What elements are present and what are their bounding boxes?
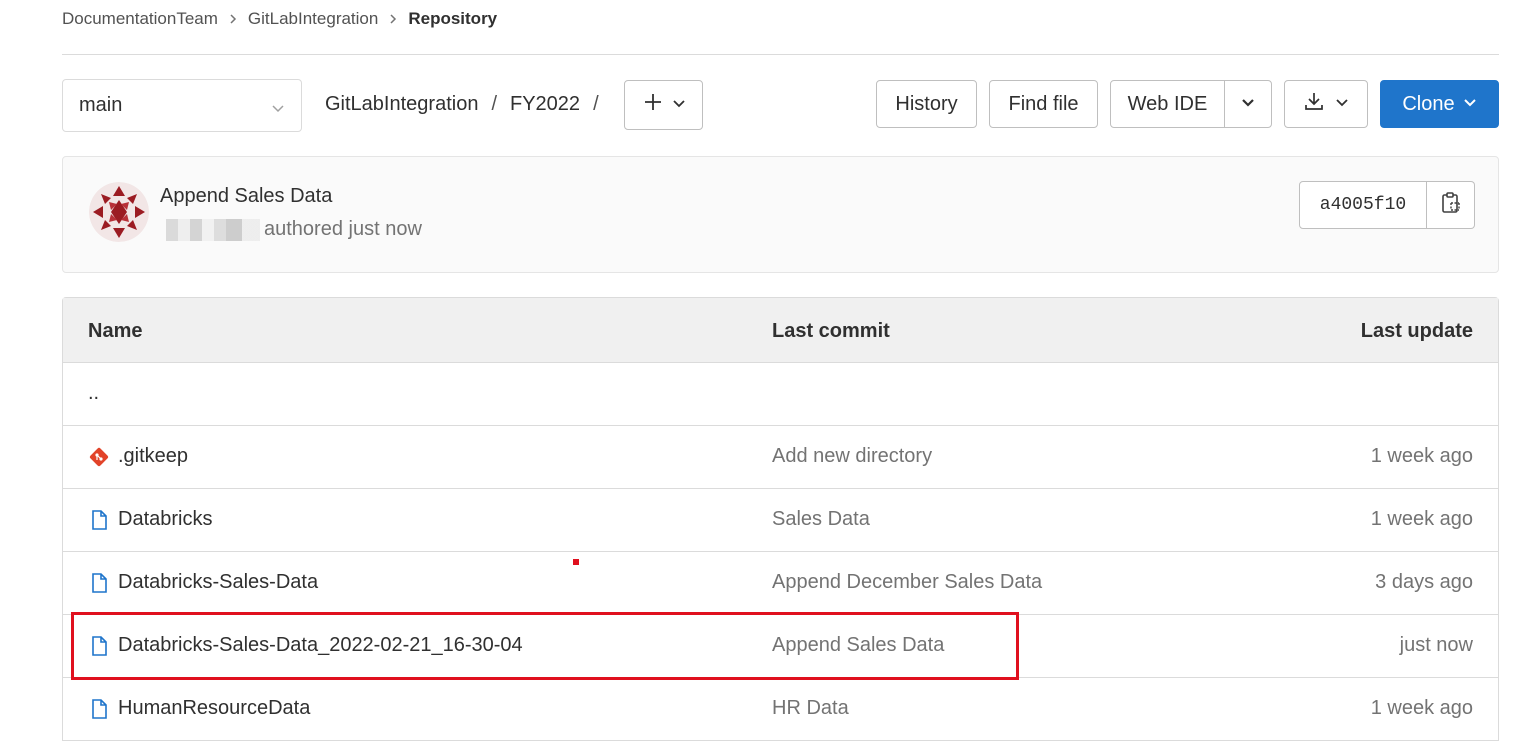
breadcrumb-item-gitlabintegration[interactable]: GitLabIntegration	[248, 9, 378, 29]
parent-directory-link[interactable]: ..	[88, 382, 99, 405]
add-dropdown-button[interactable]	[624, 80, 703, 130]
commit-message-link[interactable]: Add new directory	[772, 445, 932, 468]
commit-message-link[interactable]: HR Data	[772, 697, 849, 720]
table-row[interactable]: .gitkeep Add new directory 1 week ago	[63, 426, 1498, 489]
table-row[interactable]: HumanResourceData HR Data 1 week ago	[63, 678, 1498, 741]
file-icon	[88, 698, 110, 720]
path-separator: /	[593, 93, 599, 115]
header-name: Name	[88, 320, 143, 342]
download-button[interactable]	[1284, 80, 1368, 128]
commit-sha-group: a4005f10	[1299, 181, 1475, 229]
plus-icon	[642, 91, 664, 119]
file-name-link[interactable]: Databricks-Sales-Data	[118, 571, 318, 594]
file-icon	[88, 509, 110, 531]
file-icon	[88, 572, 110, 594]
branch-name: main	[79, 94, 123, 116]
last-update-time: 1 week ago	[1370, 508, 1473, 530]
web-ide-dropdown-toggle[interactable]	[1224, 80, 1272, 128]
copy-sha-button[interactable]	[1427, 181, 1475, 229]
table-row-parent[interactable]: ..	[63, 363, 1498, 426]
last-update-time: 1 week ago	[1370, 445, 1473, 467]
divider	[62, 54, 1499, 55]
path-segment-folder[interactable]: FY2022	[510, 93, 580, 116]
avatar[interactable]	[89, 182, 149, 242]
web-ide-button[interactable]: Web IDE	[1110, 80, 1225, 128]
header-last-update: Last update	[1360, 320, 1473, 342]
last-update-time: 1 week ago	[1370, 697, 1473, 719]
last-commit-panel: Append Sales Data authored just now a400…	[62, 156, 1499, 273]
commit-meta: authored just now	[166, 218, 422, 241]
last-update-time: 3 days ago	[1375, 571, 1473, 593]
download-icon	[1303, 90, 1325, 118]
file-name-cell: .gitkeep	[88, 445, 188, 468]
chevron-down-icon	[672, 94, 686, 117]
file-name-cell: Databricks	[88, 508, 212, 531]
table-row[interactable]: Databricks Sales Data 1 week ago	[63, 489, 1498, 552]
chevron-right-icon	[378, 13, 408, 25]
redacted-author	[166, 218, 260, 241]
commit-message-link[interactable]: Sales Data	[772, 508, 870, 531]
commit-sha-button[interactable]: a4005f10	[1299, 181, 1427, 229]
file-name-link[interactable]: .gitkeep	[118, 445, 188, 468]
branch-selector[interactable]: main	[62, 79, 302, 132]
file-name-cell: Databricks-Sales-Data	[88, 571, 318, 594]
commit-message-link[interactable]: Append December Sales Data	[772, 571, 1042, 594]
file-path: GitLabIntegration / FY2022 /	[325, 93, 612, 116]
file-name-cell: HumanResourceData	[88, 697, 310, 720]
file-name-link[interactable]: Databricks	[118, 508, 212, 531]
clipboard-icon	[1440, 191, 1462, 220]
path-separator: /	[491, 93, 497, 115]
chevron-down-icon	[1463, 93, 1477, 116]
find-file-button[interactable]: Find file	[989, 80, 1098, 128]
file-name-link[interactable]: HumanResourceData	[118, 697, 310, 720]
chevron-down-icon	[1241, 93, 1255, 116]
breadcrumb-item-current[interactable]: Repository	[408, 9, 497, 29]
history-button[interactable]: History	[876, 80, 977, 128]
clone-label: Clone	[1402, 92, 1455, 115]
highlight-annotation-box	[71, 612, 1019, 680]
commit-title[interactable]: Append Sales Data	[160, 185, 332, 208]
path-segment-project[interactable]: GitLabIntegration	[325, 93, 478, 116]
table-row[interactable]: Databricks-Sales-Data Append December Sa…	[63, 552, 1498, 615]
chevron-down-icon	[271, 99, 285, 122]
table-header: Name Last commit Last update	[63, 298, 1498, 363]
commit-authored-text: authored just now	[264, 218, 422, 240]
breadcrumb-item-documentationteam[interactable]: DocumentationTeam	[62, 9, 218, 29]
chevron-right-icon	[218, 13, 248, 25]
last-update-time: just now	[1399, 634, 1473, 656]
annotation-dot	[573, 559, 579, 565]
breadcrumb: DocumentationTeam GitLabIntegration Repo…	[62, 8, 497, 30]
git-file-icon	[88, 446, 110, 468]
header-last-commit: Last commit	[772, 320, 890, 342]
chevron-down-icon	[1335, 93, 1349, 116]
clone-button[interactable]: Clone	[1380, 80, 1499, 128]
